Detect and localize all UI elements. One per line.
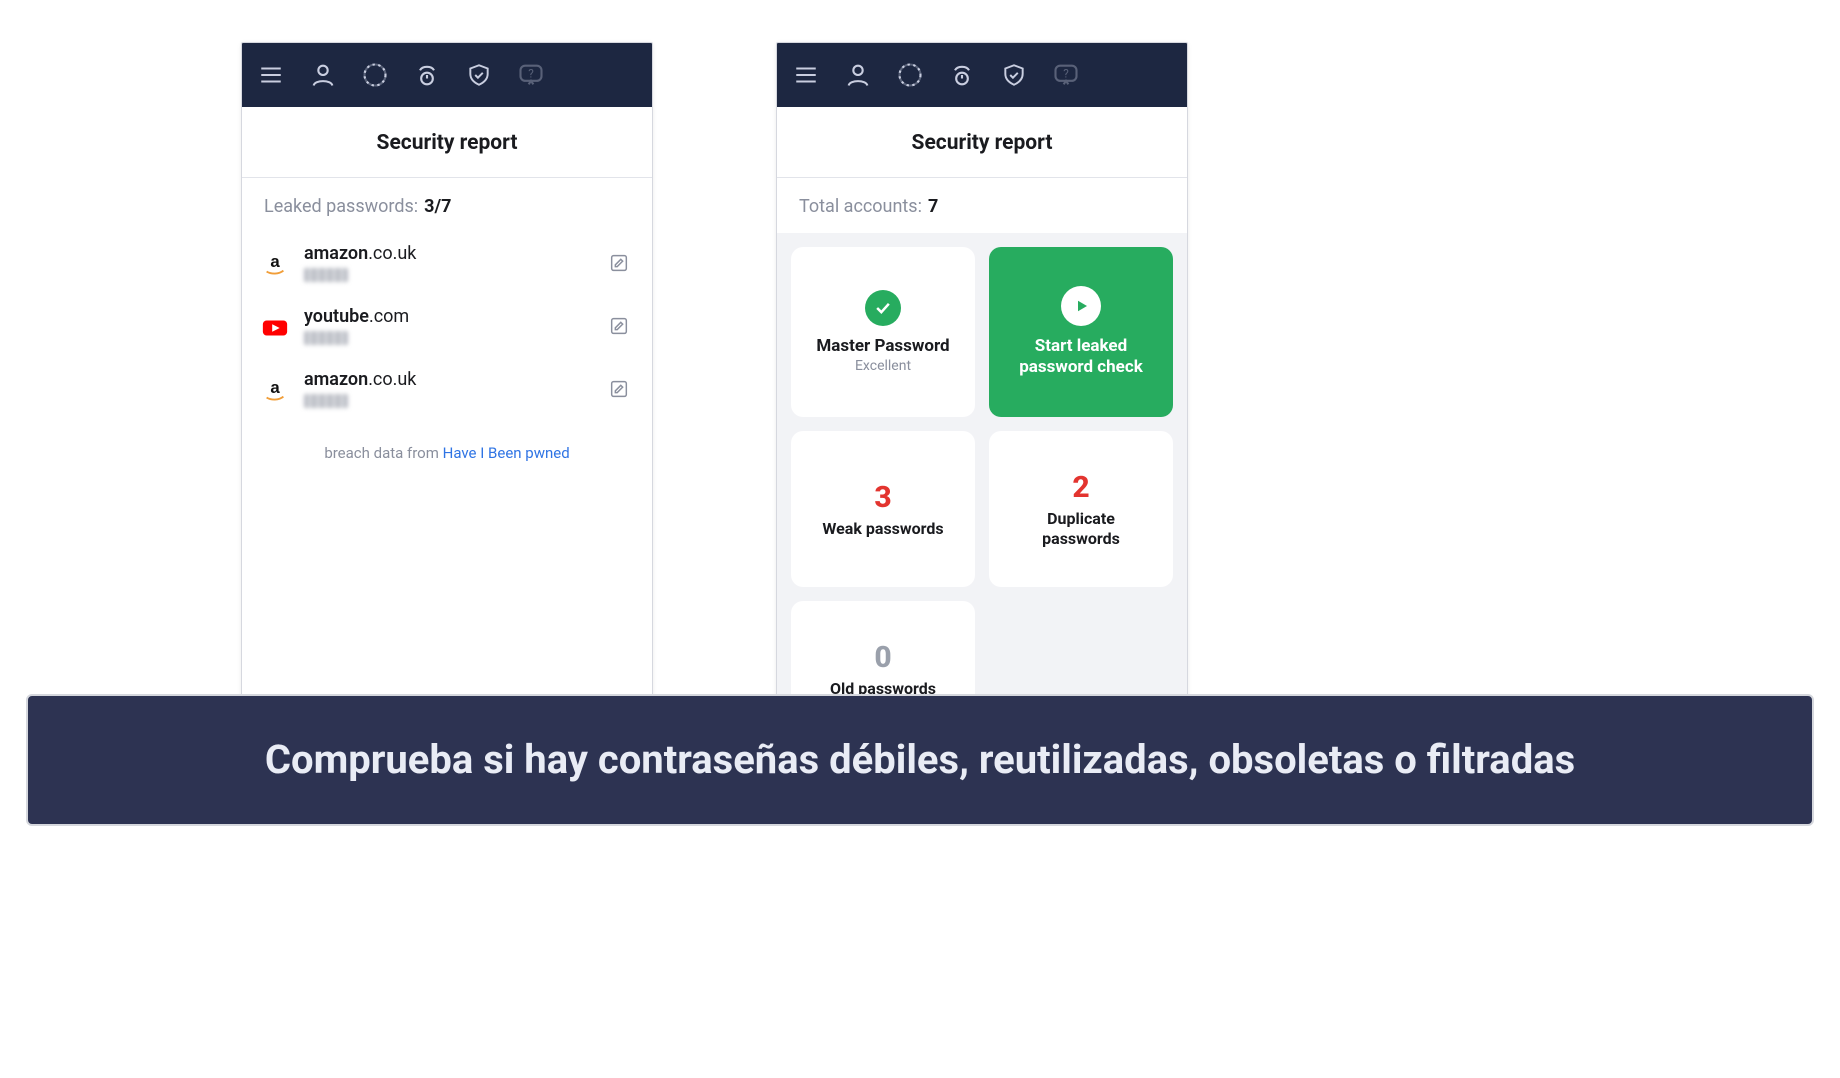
breach-link[interactable]: Have I Been pwned bbox=[443, 444, 570, 462]
site-tld: .com bbox=[369, 306, 409, 327]
check-circle-icon bbox=[865, 290, 901, 326]
label-line: passwords bbox=[1042, 529, 1120, 548]
shield-icon[interactable] bbox=[999, 60, 1029, 90]
card-count: 2 bbox=[1072, 470, 1089, 505]
globe-icon[interactable] bbox=[360, 60, 390, 90]
total-accounts-label: Total accounts: bbox=[799, 196, 922, 217]
amazon-icon: a bbox=[260, 376, 290, 406]
card-count: 0 bbox=[874, 640, 891, 675]
app-navbar: ? bbox=[242, 43, 652, 107]
list-item[interactable]: a amazon.co.uk bbox=[242, 233, 652, 296]
redacted-username bbox=[304, 331, 348, 345]
caption-banner: Comprueba si hay contraseñas débiles, re… bbox=[26, 694, 1814, 826]
card-subtitle: Excellent bbox=[855, 358, 911, 374]
help-icon[interactable]: ? bbox=[1051, 60, 1081, 90]
site-tld: .co.uk bbox=[368, 369, 416, 390]
card-label: Weak passwords bbox=[822, 519, 943, 538]
total-accounts-value: 7 bbox=[928, 196, 938, 217]
youtube-icon bbox=[260, 313, 290, 343]
panel-security-overview: ? Security report Total accounts: 7 Mast… bbox=[776, 42, 1188, 752]
title-line: Start leaked bbox=[1035, 336, 1127, 356]
profile-icon[interactable] bbox=[843, 60, 873, 90]
label-line: Duplicate bbox=[1047, 509, 1115, 528]
svg-text:a: a bbox=[270, 251, 280, 270]
list-item-body: youtube.com bbox=[304, 306, 594, 349]
app-navbar: ? bbox=[777, 43, 1187, 107]
list-item[interactable]: youtube.com bbox=[242, 296, 652, 359]
page-title: Security report bbox=[242, 107, 652, 178]
canvas: ? Security report Leaked passwords: 3/7 … bbox=[0, 0, 1840, 1078]
total-accounts-row: Total accounts: 7 bbox=[777, 178, 1187, 233]
card-label: Duplicate passwords bbox=[1042, 509, 1120, 547]
edit-icon[interactable] bbox=[608, 315, 630, 341]
breach-data-source: breach data from Have I Been pwned bbox=[242, 422, 652, 484]
menu-icon[interactable] bbox=[791, 60, 821, 90]
svg-text:?: ? bbox=[528, 66, 534, 80]
site-main: amazon bbox=[304, 243, 368, 264]
card-duplicate-passwords[interactable]: 2 Duplicate passwords bbox=[989, 431, 1173, 586]
breach-prefix: breach data from bbox=[324, 444, 442, 462]
site-main: youtube bbox=[304, 306, 369, 327]
play-icon bbox=[1061, 286, 1101, 326]
leaked-count-row: Leaked passwords: 3/7 bbox=[242, 178, 652, 233]
svg-text:?: ? bbox=[1063, 66, 1069, 80]
list-item-body: amazon.co.uk bbox=[304, 243, 594, 286]
card-title: Master Password bbox=[816, 336, 949, 356]
sync-icon[interactable] bbox=[947, 60, 977, 90]
amazon-icon: a bbox=[260, 250, 290, 280]
list-item[interactable]: a amazon.co.uk bbox=[242, 359, 652, 422]
page-title: Security report bbox=[777, 107, 1187, 178]
leaked-list: a amazon.co.uk yo bbox=[242, 233, 652, 484]
title-line: password check bbox=[1019, 357, 1143, 377]
edit-icon[interactable] bbox=[608, 252, 630, 278]
cards-grid: Master Password Excellent Start leaked p… bbox=[777, 233, 1187, 751]
site-tld: .co.uk bbox=[368, 243, 416, 264]
site-domain: amazon.co.uk bbox=[304, 369, 594, 390]
redacted-username bbox=[304, 394, 348, 408]
menu-icon[interactable] bbox=[256, 60, 286, 90]
redacted-username bbox=[304, 268, 348, 282]
help-icon[interactable]: ? bbox=[516, 60, 546, 90]
site-domain: amazon.co.uk bbox=[304, 243, 594, 264]
panel-leaked-passwords: ? Security report Leaked passwords: 3/7 … bbox=[241, 42, 653, 752]
svg-text:a: a bbox=[270, 377, 280, 396]
leaked-count-value: 3/7 bbox=[424, 196, 451, 217]
profile-icon[interactable] bbox=[308, 60, 338, 90]
card-count: 3 bbox=[874, 480, 891, 515]
card-title: Start leaked password check bbox=[1019, 336, 1143, 379]
shield-icon[interactable] bbox=[464, 60, 494, 90]
card-master-password[interactable]: Master Password Excellent bbox=[791, 247, 975, 417]
site-domain: youtube.com bbox=[304, 306, 594, 327]
globe-icon[interactable] bbox=[895, 60, 925, 90]
site-main: amazon bbox=[304, 369, 368, 390]
card-start-leaked-check[interactable]: Start leaked password check bbox=[989, 247, 1173, 417]
leaked-count-label: Leaked passwords: bbox=[264, 196, 418, 217]
card-weak-passwords[interactable]: 3 Weak passwords bbox=[791, 431, 975, 586]
edit-icon[interactable] bbox=[608, 378, 630, 404]
sync-icon[interactable] bbox=[412, 60, 442, 90]
list-item-body: amazon.co.uk bbox=[304, 369, 594, 412]
